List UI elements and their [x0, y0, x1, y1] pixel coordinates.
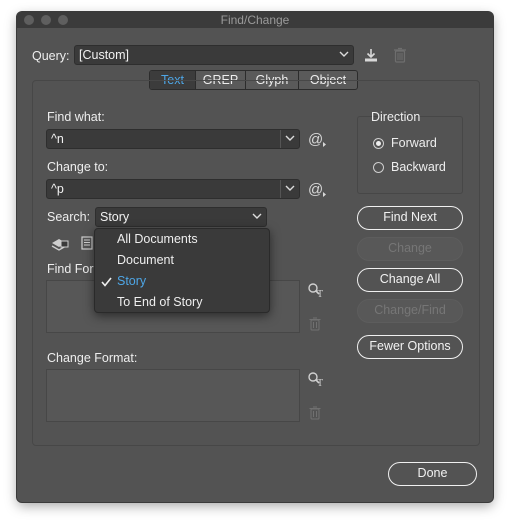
svg-text:@: @ — [308, 131, 323, 148]
change-format-label: Change Format: — [47, 351, 138, 365]
search-scope-dropdown[interactable]: Story — [95, 207, 267, 227]
title-bar: Find/Change — [17, 12, 493, 28]
lock-stories-icon[interactable] — [81, 235, 95, 251]
menu-item-label: Story — [117, 274, 147, 288]
find-next-button[interactable]: Find Next — [357, 206, 463, 230]
menu-item-label: To End of Story — [117, 295, 203, 309]
change-to-value: ^p — [51, 182, 64, 196]
search-scope-menu: All Documents Document Story To End of S… — [94, 228, 270, 313]
direction-backward-radio[interactable]: Backward — [373, 160, 463, 176]
menu-item-document[interactable]: Document — [95, 250, 269, 271]
change-format-box[interactable] — [46, 369, 300, 422]
radio-checked-icon — [373, 138, 384, 149]
svg-text:@: @ — [308, 181, 323, 198]
find-what-value: ^n — [51, 132, 64, 146]
radio-unchecked-icon — [373, 162, 384, 173]
clear-format-icon[interactable] — [309, 406, 321, 420]
direction-group — [357, 116, 463, 194]
backward-label: Backward — [391, 160, 446, 174]
change-all-button[interactable]: Change All — [357, 268, 463, 292]
find-what-field[interactable]: ^n — [46, 129, 300, 149]
window-title: Find/Change — [220, 13, 290, 27]
menu-item-label: Document — [117, 253, 174, 267]
find-what-label: Find what: — [47, 110, 105, 124]
lock-layers-icon[interactable] — [51, 235, 69, 251]
chevron-down-icon[interactable] — [280, 180, 299, 198]
svg-text:T: T — [317, 289, 323, 298]
direction-label: Direction — [371, 110, 421, 124]
menu-item-to-end-of-story[interactable]: To End of Story — [95, 292, 269, 313]
query-value: [Custom] — [79, 48, 130, 62]
direction-forward-radio[interactable]: Forward — [373, 136, 463, 152]
special-characters-icon[interactable]: @ — [308, 130, 328, 148]
menu-item-all-documents[interactable]: All Documents — [95, 229, 269, 250]
query-dropdown[interactable]: [Custom] — [74, 45, 354, 65]
change-to-field[interactable]: ^p — [46, 179, 300, 199]
chevron-down-icon[interactable] — [280, 130, 299, 148]
specify-format-icon[interactable]: T — [307, 282, 325, 298]
search-label: Search: — [47, 210, 91, 224]
chevron-down-icon — [335, 46, 353, 64]
fewer-options-button[interactable]: Fewer Options — [357, 335, 463, 359]
search-scope-value: Story — [100, 210, 130, 224]
change-button[interactable]: Change — [357, 237, 463, 261]
find-change-dialog: Find/Change Query: [Custom] Text GREP Gl… — [17, 12, 493, 502]
change-find-button[interactable]: Change/Find — [357, 299, 463, 323]
done-button[interactable]: Done — [388, 462, 477, 486]
change-to-label: Change to: — [47, 160, 109, 174]
forward-label: Forward — [391, 136, 437, 150]
svg-text:T: T — [317, 378, 323, 387]
menu-item-label: All Documents — [117, 232, 198, 246]
save-query-icon[interactable] — [363, 47, 379, 63]
query-label: Query: — [32, 49, 70, 63]
find-format-label: Find For — [47, 262, 94, 276]
menu-item-story[interactable]: Story — [95, 271, 269, 292]
delete-query-icon[interactable] — [393, 47, 407, 63]
chevron-down-icon — [248, 208, 266, 226]
special-characters-icon[interactable]: @ — [308, 180, 328, 198]
specify-format-icon[interactable]: T — [307, 371, 325, 387]
clear-format-icon[interactable] — [309, 317, 321, 331]
